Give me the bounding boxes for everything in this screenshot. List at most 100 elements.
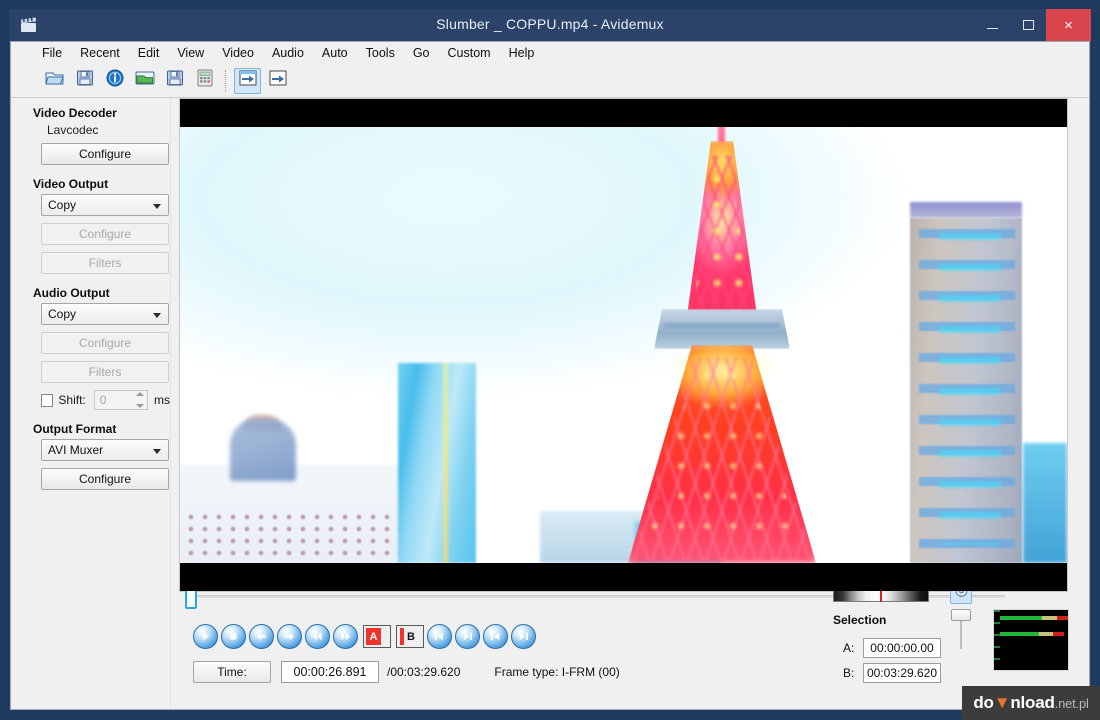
audio-shift-label: Shift: <box>58 393 85 407</box>
menu-audio[interactable]: Audio <box>263 44 313 62</box>
marker-b-label: B <box>407 631 415 643</box>
transport-area: A B <box>171 583 1089 709</box>
video-decoder-configure-button[interactable]: Configure <box>41 143 169 165</box>
save-video-icon <box>75 68 95 93</box>
open-project-icon <box>134 68 156 93</box>
next-frame-button[interactable] <box>277 624 302 649</box>
close-icon: × <box>1064 18 1073 33</box>
jump-forward-icon <box>268 69 288 92</box>
tokyo-tower <box>572 111 872 563</box>
chevron-up-icon[interactable] <box>136 392 144 396</box>
output-format-configure-button[interactable]: Configure <box>41 468 169 490</box>
menu-bar: File Recent Edit View Video Audio Auto T… <box>11 42 1089 64</box>
selection-a-row: A: 00:00:00.00 <box>843 638 941 658</box>
total-duration-label: /00:03:29.620 <box>387 665 460 679</box>
time-button[interactable]: Time: <box>193 661 271 683</box>
video-output-select[interactable]: Copy <box>41 194 169 216</box>
marker-a-icon: A <box>366 628 381 645</box>
video-output-configure-button[interactable]: Configure <box>41 223 169 245</box>
video-preview[interactable] <box>179 98 1068 592</box>
play-button[interactable] <box>193 624 218 649</box>
output-format-select[interactable]: AVI Muxer <box>41 439 169 461</box>
output-format-title: Output Format <box>33 422 170 436</box>
chevron-down-icon[interactable] <box>136 404 144 408</box>
building-small-right <box>1023 443 1067 563</box>
rewind-button[interactable] <box>305 624 330 649</box>
go-to-next-keyframe-button[interactable] <box>455 624 480 649</box>
selection-b-row: B: 00:03:29.620 <box>843 663 941 683</box>
chevron-down-icon: ▼ <box>994 693 1011 713</box>
video-decoder-codec: Lavcodec <box>47 123 170 137</box>
stepper-arrows <box>134 392 145 408</box>
selection-a-label: A: <box>843 641 863 655</box>
audio-shift-stepper[interactable]: 0 <box>94 390 148 410</box>
marker-b-icon <box>400 628 404 645</box>
arrow-right-icon <box>283 631 296 642</box>
audio-output-select[interactable]: Copy <box>41 303 169 325</box>
menu-recent[interactable]: Recent <box>71 44 129 62</box>
tower-deck-band <box>664 323 780 328</box>
skip-back-icon <box>433 631 446 642</box>
screenshot-root: Slumber _ COPPU.mp4 - Avidemux × File Re… <box>0 0 1100 720</box>
menu-tools[interactable]: Tools <box>357 44 404 62</box>
menu-custom[interactable]: Custom <box>439 44 500 62</box>
vu-meter <box>993 609 1069 671</box>
go-to-previous-keyframe-button[interactable] <box>427 624 452 649</box>
stop-button[interactable] <box>221 624 246 649</box>
audio-shift-unit: ms <box>154 393 170 407</box>
double-arrow-left-icon <box>311 631 324 642</box>
menu-edit[interactable]: Edit <box>129 44 169 62</box>
calculator-button[interactable] <box>191 68 218 94</box>
volume-slider[interactable] <box>951 609 971 649</box>
settings-panel: Video Decoder Lavcodec Configure Video O… <box>11 98 171 709</box>
menu-video[interactable]: Video <box>213 44 263 62</box>
preview-right-gutter <box>1083 98 1089 592</box>
open-project-button[interactable] <box>131 68 158 94</box>
audio-output-filters-button[interactable]: Filters <box>41 361 169 383</box>
video-output-value: Copy <box>48 198 76 212</box>
video-output-filters-button[interactable]: Filters <box>41 252 169 274</box>
minimize-button[interactable] <box>974 9 1010 41</box>
save-project-button[interactable] <box>161 68 188 94</box>
tower-observation-deck <box>654 309 790 349</box>
fast-forward-button[interactable] <box>333 624 358 649</box>
selection-b-input[interactable]: 00:03:29.620 <box>863 663 941 683</box>
volume-knob[interactable] <box>951 609 971 621</box>
menu-go[interactable]: Go <box>404 44 439 62</box>
info-button[interactable] <box>101 68 128 94</box>
audio-output-configure-button[interactable]: Configure <box>41 332 169 354</box>
maximize-button[interactable] <box>1010 9 1046 41</box>
chevron-down-icon <box>153 449 161 454</box>
go-to-end-button[interactable] <box>511 624 536 649</box>
vu-bar-left <box>1000 616 1068 620</box>
menu-view[interactable]: View <box>168 44 213 62</box>
menu-file[interactable]: File <box>33 44 71 62</box>
menu-auto[interactable]: Auto <box>313 44 357 62</box>
open-video-button[interactable] <box>41 68 68 94</box>
building-dome <box>230 419 296 481</box>
main-body: Video Decoder Lavcodec Configure Video O… <box>11 98 1089 709</box>
audio-shift-row: Shift: 0 ms <box>11 390 170 410</box>
menu-help[interactable]: Help <box>500 44 544 62</box>
go-to-start-button[interactable] <box>483 624 508 649</box>
jump-forward-button[interactable] <box>264 68 291 94</box>
open-video-icon <box>44 68 66 93</box>
previous-frame-button[interactable] <box>249 624 274 649</box>
jump-to-marker-button[interactable] <box>234 68 261 94</box>
info-icon <box>105 68 125 93</box>
vu-yellow-right <box>1039 632 1053 636</box>
audio-shift-checkbox[interactable] <box>41 394 53 407</box>
skip-forward-icon <box>461 631 474 642</box>
current-time-input[interactable]: 00:00:26.891 <box>281 661 379 683</box>
minimize-icon <box>987 28 998 29</box>
chevron-down-icon <box>153 313 161 318</box>
selection-a-input[interactable]: 00:00:00.00 <box>863 638 941 658</box>
save-video-button[interactable] <box>71 68 98 94</box>
marker-b-button[interactable]: B <box>396 625 424 648</box>
marker-a-button[interactable]: A <box>363 625 391 648</box>
letterbox-bottom <box>180 563 1067 591</box>
window-title: Slumber _ COPPU.mp4 - Avidemux <box>9 16 1091 32</box>
close-button[interactable]: × <box>1046 9 1091 41</box>
arrow-left-icon <box>255 631 268 642</box>
chevron-down-icon <box>153 204 161 209</box>
